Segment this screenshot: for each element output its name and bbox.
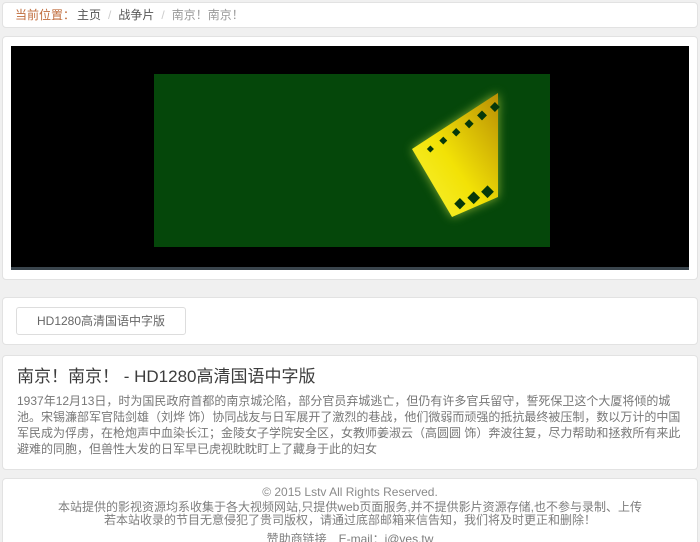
breadcrumb-link-home[interactable]: 主页 [77, 8, 101, 22]
episode-button-hd1280[interactable]: HD1280高清国语中字版 [16, 307, 187, 335]
site-footer: © 2015 Lstv All Rights Reserved. 本站提供的影视… [2, 478, 698, 542]
player-screen [154, 74, 550, 247]
footer-contact-row: 赞助商链接 E-mail：i@ves.tw [13, 531, 687, 542]
player-panel [2, 36, 698, 280]
film-strip-icon [412, 93, 500, 217]
breadcrumb-separator: / [108, 8, 112, 22]
player-control-bar[interactable] [11, 267, 689, 270]
movie-detail-panel: 南京！南京！ - HD1280高清国语中字版 1937年12月13日，时为国民政… [2, 355, 698, 470]
contact-email[interactable]: E-mail：i@ves.tw [339, 532, 434, 542]
sponsor-link[interactable]: 赞助商链接 [267, 532, 327, 542]
video-player[interactable] [11, 46, 689, 270]
breadcrumb-separator: / [161, 8, 165, 22]
breadcrumb-label: 当前位置： [15, 8, 76, 22]
movie-title: 南京！南京！ - HD1280高清国语中字版 [17, 367, 316, 386]
episode-list-panel: HD1280高清国语中字版 [2, 297, 698, 345]
disclaimer-line-2: 若本站收录的节目无意侵犯了贵司版权，请通过底部邮箱来信告知，我们将及时更正和删除… [103, 513, 596, 527]
copyright-text: © 2015 Lstv All Rights Reserved. [262, 485, 438, 499]
breadcrumb: 当前位置： 主页 / 战争片 / 南京！南京！ [2, 2, 698, 28]
breadcrumb-current-page: 南京！南京！ [171, 8, 244, 22]
breadcrumb-link-category[interactable]: 战争片 [118, 8, 154, 22]
movie-description: 1937年12月13日，时为国民政府首都的南京城沦陷，部分官员弃城逃亡，但仍有许… [17, 394, 681, 456]
